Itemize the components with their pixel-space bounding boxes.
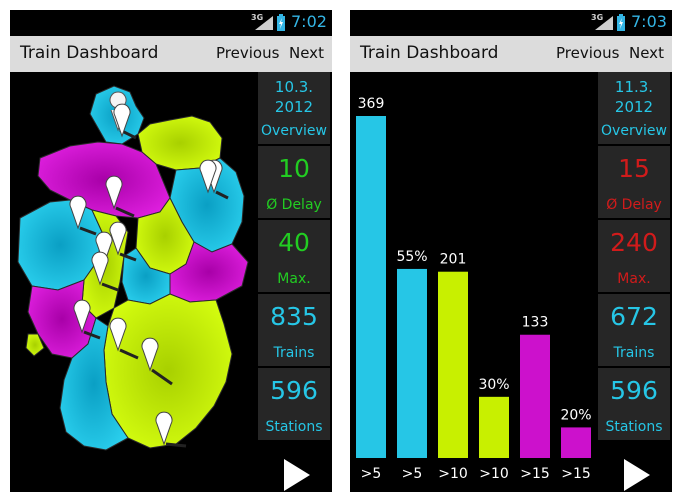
stations-label: Stations (605, 419, 663, 435)
category-label: >10 (438, 466, 468, 482)
bar[interactable] (397, 268, 427, 458)
trains-value: 672 (610, 302, 658, 331)
stations-label: Stations (265, 419, 323, 435)
delay-value: 10 (278, 154, 310, 183)
bar-value-label: 133 (522, 315, 549, 331)
bar[interactable] (479, 396, 509, 458)
bar-value-label: 20% (560, 407, 591, 423)
signal-icon: 3G (591, 13, 613, 30)
max-tile[interactable]: 240 Max. (598, 220, 670, 292)
bar-chart-svg: 369 >5 55% >5 201 >10 30% >10 133 >15 20% >15 (356, 96, 592, 482)
bar-value-label: 30% (478, 377, 509, 393)
overview-label: Overview (261, 123, 327, 139)
battery-charging-icon (277, 14, 285, 31)
status-bar: 3G 7:03 (350, 10, 672, 36)
germany-map[interactable] (10, 72, 258, 492)
overview-tile[interactable]: 10.3. 2012 Overview (258, 72, 330, 144)
date-value: 11.3. 2012 (614, 78, 654, 116)
delay-tile[interactable]: 15 Ø Delay (598, 146, 670, 218)
delay-label: Ø Delay (606, 197, 662, 213)
category-label: >15 (561, 466, 591, 482)
trains-label: Trains (273, 345, 315, 361)
clock: 7:02 (291, 12, 327, 31)
trains-label: Trains (613, 345, 655, 361)
date-value: 10.3. 2012 (274, 78, 314, 116)
status-bar: 3G 7:02 (10, 10, 332, 36)
action-bar: Train Dashboard Previous Next (10, 36, 332, 72)
phone-screen-left: 3G 7:02 Train Dashboard Previous Next 10… (10, 10, 332, 492)
signal-icon: 3G (251, 13, 273, 30)
overview-tile[interactable]: 11.3. 2012 Overview (598, 72, 670, 144)
bar[interactable] (438, 271, 468, 458)
clock: 7:03 (631, 12, 667, 31)
max-value: 240 (610, 228, 658, 257)
app-title: Train Dashboard (360, 43, 499, 63)
bar-value-label: 55% (396, 249, 427, 265)
max-label: Max. (277, 271, 311, 287)
app-title: Train Dashboard (20, 43, 159, 63)
delay-label: Ø Delay (266, 197, 322, 213)
trains-tile[interactable]: 835 Trains (258, 294, 330, 366)
stations-value: 596 (610, 376, 658, 405)
play-icon[interactable] (614, 457, 654, 492)
delay-value: 15 (618, 154, 650, 183)
action-bar: Train Dashboard Previous Next (350, 36, 672, 72)
phone-screen-right: 3G 7:03 Train Dashboard Previous Next 36… (350, 10, 672, 492)
stations-tile[interactable]: 596 Stations (598, 368, 670, 440)
stations-value: 596 (270, 376, 318, 405)
bar-value-label: 369 (358, 96, 385, 112)
bar[interactable] (520, 334, 550, 458)
max-label: Max. (617, 271, 651, 287)
category-label: >5 (402, 466, 423, 482)
bar-value-label: 201 (440, 252, 467, 268)
bar[interactable] (356, 116, 386, 458)
trains-value: 835 (270, 302, 318, 331)
battery-charging-icon (617, 14, 625, 31)
max-tile[interactable]: 40 Max. (258, 220, 330, 292)
next-button[interactable]: Next (289, 44, 324, 62)
stations-tile[interactable]: 596 Stations (258, 368, 330, 440)
bar[interactable] (561, 427, 591, 458)
category-label: >10 (479, 466, 509, 482)
stats-sidebar: 11.3. 2012 Overview 15 Ø Delay 240 Max. … (598, 72, 670, 492)
delay-tile[interactable]: 10 Ø Delay (258, 146, 330, 218)
previous-button[interactable]: Previous (556, 44, 619, 62)
category-label: >15 (520, 466, 550, 482)
stats-sidebar: 10.3. 2012 Overview 10 Ø Delay 40 Max. 8… (258, 72, 330, 492)
next-button[interactable]: Next (629, 44, 664, 62)
play-icon[interactable] (274, 457, 314, 492)
max-value: 40 (278, 228, 310, 257)
trains-tile[interactable]: 672 Trains (598, 294, 670, 366)
overview-label: Overview (601, 123, 667, 139)
category-label: >5 (361, 466, 382, 482)
delay-bar-chart: 369 >5 55% >5 201 >10 30% >10 133 >15 20% >15 (350, 72, 598, 492)
previous-button[interactable]: Previous (216, 44, 279, 62)
